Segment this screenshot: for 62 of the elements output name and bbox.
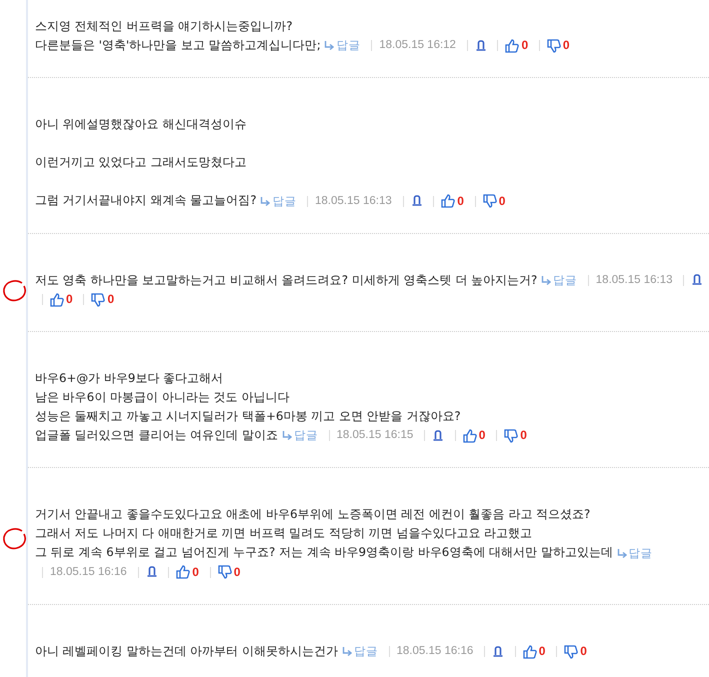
comment-text: 다른분들은 '영축'하나만을 보고 말씀하고계십니다만; bbox=[35, 38, 321, 52]
reply-link[interactable]: 답글 bbox=[616, 544, 653, 563]
thumbs-up-icon[interactable] bbox=[441, 194, 456, 208]
comment-text: 아니 위에설명했잖아요 해신대격성이슈 bbox=[35, 116, 248, 134]
reply-link[interactable]: 답글 bbox=[260, 192, 296, 211]
timestamp: 18.05.15 16:15 bbox=[336, 428, 414, 444]
comment-text: 그럼 거기서끝내야지 왜계속 물고늘어짐? bbox=[35, 193, 257, 208]
thumbs-up-icon[interactable] bbox=[462, 428, 477, 443]
comment-text: 남은 바우6이 마봉급이 아니라는 것도 아닙니다 bbox=[35, 389, 290, 406]
thumbs-up-icon[interactable] bbox=[522, 644, 537, 659]
like-count: 0 bbox=[457, 192, 464, 210]
timestamp: 18.05.15 16:16 bbox=[396, 644, 474, 660]
comment-text: 저도 영축 하나만을 보고말하는거고 비교해서 올려드려요? 미세하게 영축스텟 더 높아지는거? bbox=[35, 272, 538, 287]
thumbs-down-icon[interactable] bbox=[504, 428, 518, 443]
dislike-count: 0 bbox=[107, 291, 114, 308]
comment-text: 스지영 전체적인 버프력을 얘기하시는중입니까? bbox=[35, 18, 294, 35]
dislike-count: 0 bbox=[234, 564, 240, 581]
comment-text: 성능은 둘째치고 까놓고 시너지딜러가 택폴+6마봉 끼고 오면 안받을 거잖아요? bbox=[35, 408, 462, 426]
comment-text: 그 뒤로 계속 6부위로 걸고 넘어진게 누구죠? 저는 계속 바우9영축이랑 바우6영축에 대해서만 말하고있는데 bbox=[35, 545, 613, 560]
comment-text: 바우6+@가 바우9보다 좋다고해서 bbox=[35, 370, 224, 388]
dislike-count: 0 bbox=[580, 643, 587, 660]
reply-arrow-icon bbox=[324, 41, 334, 50]
bell-icon[interactable] bbox=[492, 646, 504, 658]
bell-icon[interactable] bbox=[432, 430, 444, 442]
thumbs-down-icon[interactable] bbox=[482, 194, 497, 208]
reply-arrow-icon bbox=[342, 647, 352, 656]
comment-text: 업글폴 딜러있으면 클리어는 여유인데 말이죠 bbox=[35, 428, 278, 442]
bell-icon[interactable] bbox=[474, 40, 487, 52]
thumbs-down-icon[interactable] bbox=[564, 644, 578, 659]
comment-text: 그래서 저도 나머지 다 애매한거로 끼면 버프력 밀려도 적당히 끼면 넘을수있다고요 라고했고 bbox=[35, 525, 534, 542]
reply-link[interactable]: 답글 bbox=[541, 270, 578, 290]
thumbs-up-icon[interactable] bbox=[50, 292, 64, 307]
comment-text: 거기서 안끝내고 좋을수도있다고요 애초에 바우6부위에 노증폭이면 레전 에컨이 훨좋음 라고 적으셨죠? bbox=[35, 506, 592, 524]
thumbs-up-icon[interactable] bbox=[176, 565, 190, 580]
reply-arrow-icon bbox=[616, 548, 627, 558]
dislike-count: 0 bbox=[520, 427, 527, 444]
dislike-count: 0 bbox=[498, 192, 506, 210]
thumbs-down-icon[interactable] bbox=[91, 292, 106, 307]
comment-text: 아니 레벨페이킹 말하는건데 아까부터 이해못하시는건가 bbox=[35, 644, 338, 658]
like-count: 0 bbox=[478, 427, 486, 444]
thumbs-down-icon[interactable] bbox=[218, 565, 232, 580]
thumbs-up-icon[interactable] bbox=[505, 38, 520, 53]
timestamp: 18.05.15 16:16 bbox=[50, 564, 127, 580]
dislike-count: 0 bbox=[562, 37, 570, 54]
like-count: 0 bbox=[538, 643, 546, 660]
timestamp: 18.05.15 16:12 bbox=[379, 38, 456, 54]
like-count: 0 bbox=[66, 291, 73, 308]
thumbs-down-icon[interactable] bbox=[546, 38, 561, 53]
like-count: 0 bbox=[192, 564, 199, 581]
reply-link[interactable]: 답글 bbox=[282, 426, 318, 446]
bell-icon[interactable] bbox=[146, 566, 158, 578]
comment-text: 이런거끼고 있었다고 그래서도망쳤다고 bbox=[35, 154, 248, 172]
reply-arrow-icon bbox=[282, 431, 292, 440]
timestamp: 18.05.15 16:13 bbox=[596, 272, 673, 288]
reply-arrow-icon bbox=[260, 196, 270, 206]
bell-icon[interactable] bbox=[691, 274, 704, 286]
like-count: 0 bbox=[521, 37, 528, 54]
timestamp: 18.05.15 16:13 bbox=[315, 194, 392, 209]
reply-link[interactable]: 답글 bbox=[342, 642, 378, 662]
bell-icon[interactable] bbox=[410, 195, 423, 208]
reply-link[interactable]: 답글 bbox=[324, 36, 360, 56]
reply-arrow-icon bbox=[541, 276, 552, 285]
